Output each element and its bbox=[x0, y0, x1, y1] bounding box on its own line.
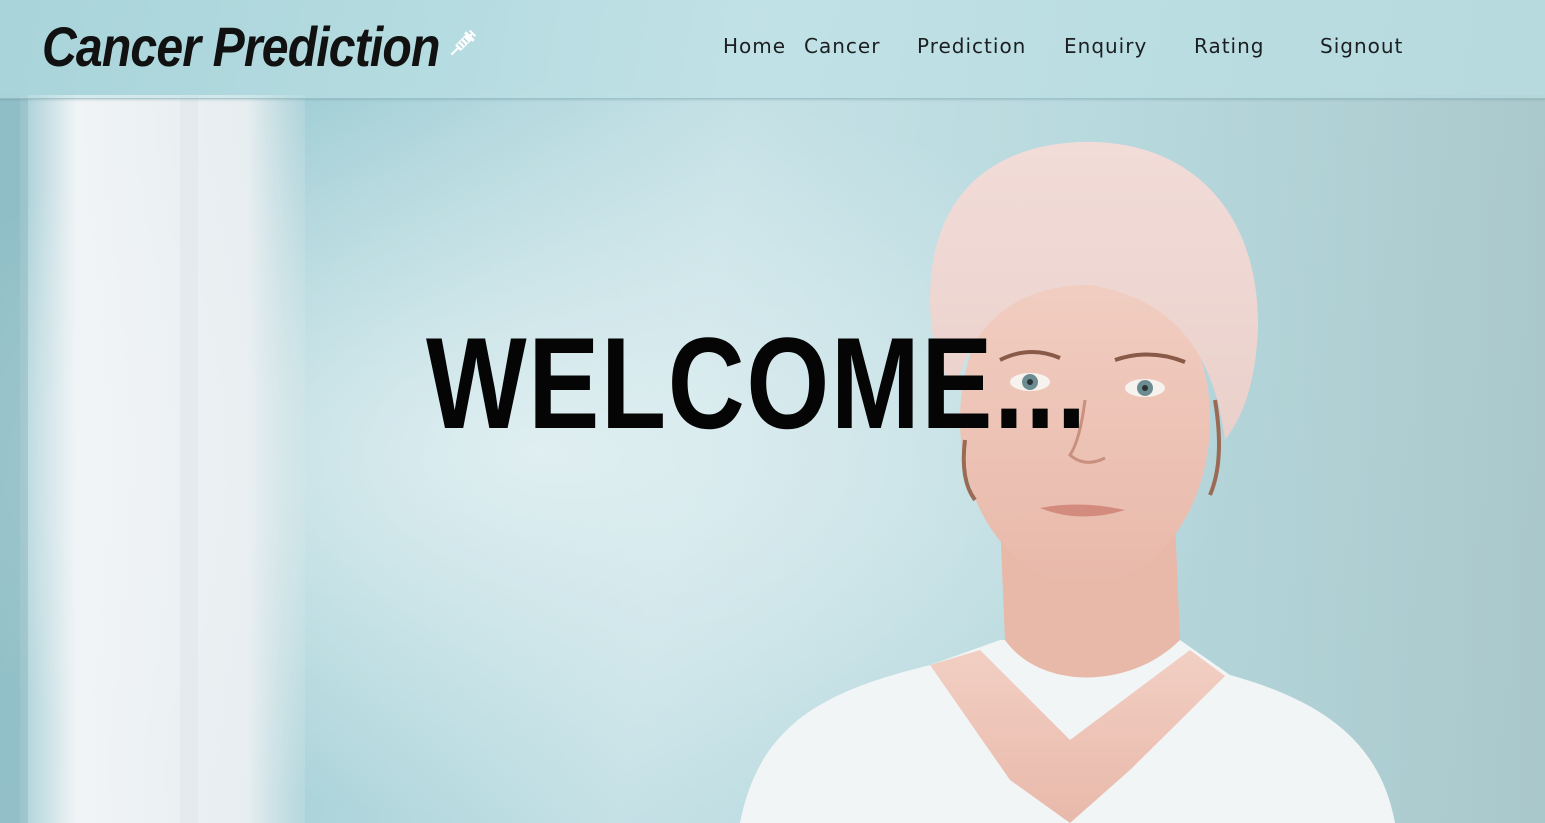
main-nav: Home Cancer Prediction Enquiry Rating Si… bbox=[0, 32, 1545, 60]
welcome-heading: WELCOME... bbox=[426, 310, 1088, 456]
nav-enquiry[interactable]: Enquiry bbox=[1064, 32, 1147, 60]
nav-cancer[interactable]: Cancer bbox=[804, 32, 880, 60]
nav-signout[interactable]: Signout bbox=[1320, 32, 1403, 60]
nav-home[interactable]: Home bbox=[723, 32, 786, 60]
nav-rating[interactable]: Rating bbox=[1194, 32, 1264, 60]
site-header: Cancer Prediction Home Cancer Prediction… bbox=[0, 0, 1545, 99]
nav-prediction[interactable]: Prediction bbox=[917, 32, 1026, 60]
